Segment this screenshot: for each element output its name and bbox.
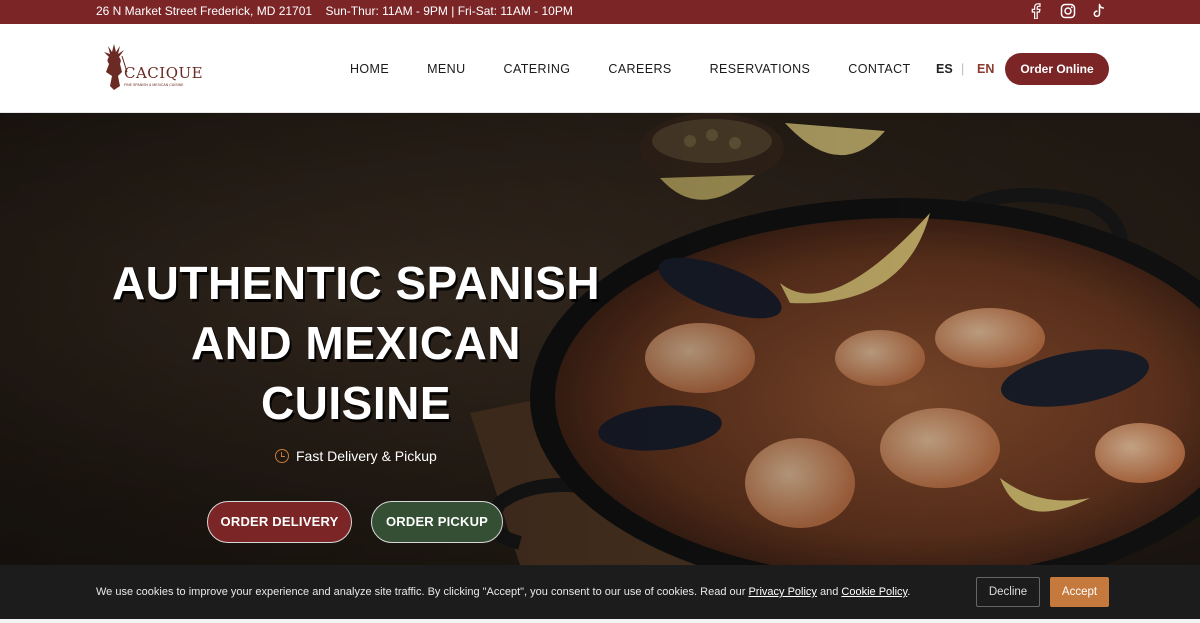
order-pickup-button[interactable]: ORDER PICKUP	[371, 501, 503, 543]
order-online-button[interactable]: Order Online	[1005, 53, 1109, 85]
main-nav: HOME MENU CATERING CAREERS RESERVATIONS …	[350, 62, 949, 76]
cookie-consent-bar: We use cookies to improve your experienc…	[0, 565, 1200, 619]
facebook-icon[interactable]	[1026, 1, 1046, 21]
contact-info: 26 N Market Street Frederick, MD 21701 S…	[96, 4, 573, 18]
delivery-note-text: Fast Delivery & Pickup	[296, 448, 437, 464]
logo-wordmark: CACIQUE	[124, 64, 204, 82]
headline-line-3: CUISINE	[260, 377, 452, 429]
cookie-text: We use cookies to improve your experienc…	[96, 586, 746, 598]
nav-catering[interactable]: CATERING	[504, 62, 571, 76]
instagram-icon[interactable]	[1058, 1, 1078, 21]
delivery-note: Fast Delivery & Pickup	[275, 448, 437, 464]
cookie-period: .	[907, 586, 911, 598]
hero-headline: AUTHENTIC SPANISH AND MEXICAN CUISINE	[96, 253, 616, 433]
lang-separator: |	[961, 62, 965, 76]
hours-text: Sun-Thur: 11AM - 9PM | Fri-Sat: 11AM - 1…	[325, 4, 573, 18]
accept-button[interactable]: Accept	[1050, 577, 1109, 607]
lang-en[interactable]: EN	[977, 62, 994, 76]
nav-menu[interactable]: MENU	[427, 62, 465, 76]
lang-es[interactable]: ES	[936, 62, 953, 76]
cookie-and-text: and	[820, 586, 839, 598]
page-bottom-edge	[0, 619, 1200, 623]
cacique-logo[interactable]: CACIQUE FINE SPANISH & MEXICAN CUISINE	[100, 42, 203, 94]
headline-line-1: AUTHENTIC SPANISH	[111, 257, 601, 309]
clock-icon	[275, 449, 289, 463]
top-info-bar: 26 N Market Street Frederick, MD 21701 S…	[0, 0, 1200, 24]
nav-reservations[interactable]: RESERVATIONS	[710, 62, 811, 76]
headline-line-2: AND MEXICAN	[190, 317, 522, 369]
cookie-message: We use cookies to improve your experienc…	[96, 586, 910, 598]
address-text: 26 N Market Street Frederick, MD 21701	[96, 4, 313, 18]
nav-contact[interactable]: CONTACT	[848, 62, 910, 76]
site-header: CACIQUE FINE SPANISH & MEXICAN CUISINE H…	[0, 24, 1200, 113]
decline-button[interactable]: Decline	[976, 577, 1040, 607]
cookie-policy-link[interactable]: Cookie Policy	[841, 586, 907, 598]
nav-home[interactable]: HOME	[350, 62, 389, 76]
order-delivery-button[interactable]: ORDER DELIVERY	[207, 501, 352, 543]
hero-section: AUTHENTIC SPANISH AND MEXICAN CUISINE Fa…	[0, 113, 1200, 565]
privacy-policy-link[interactable]: Privacy Policy	[748, 586, 816, 598]
nav-careers[interactable]: CAREERS	[608, 62, 671, 76]
tiktok-icon[interactable]	[1089, 1, 1109, 21]
logo-tagline: FINE SPANISH & MEXICAN CUISINE	[124, 83, 184, 87]
